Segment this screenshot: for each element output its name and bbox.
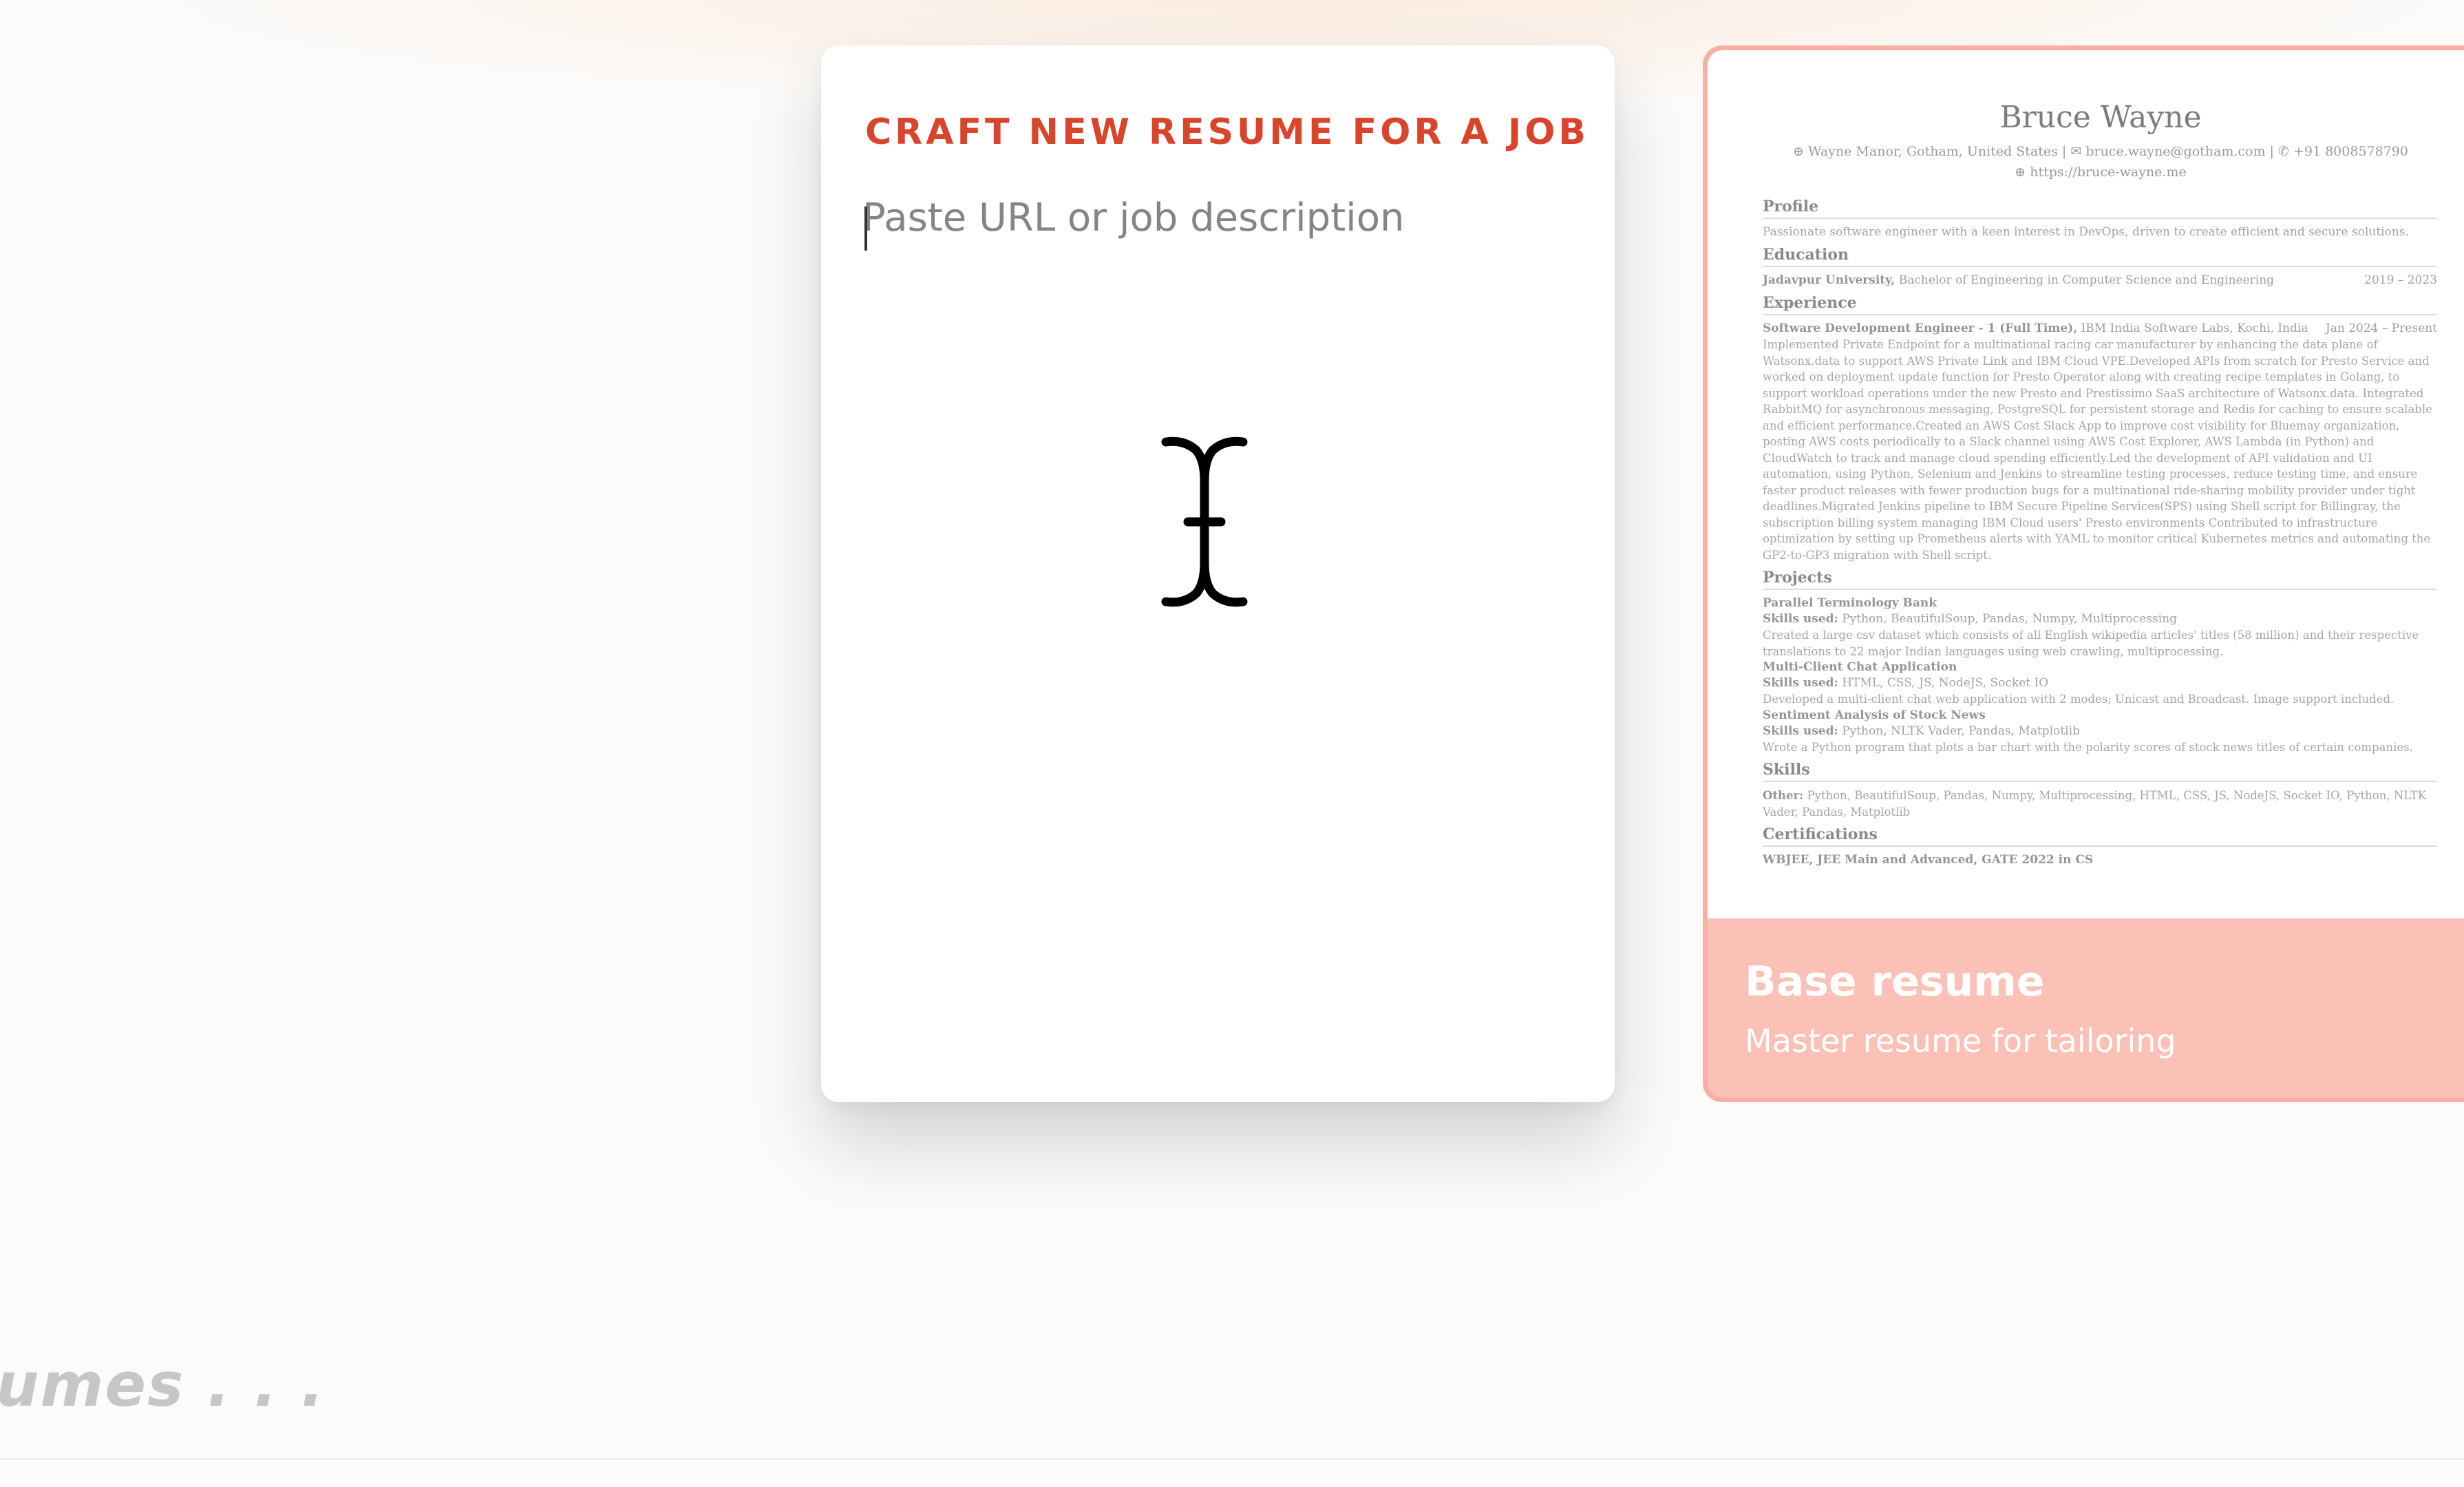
resume-project1-text: Created a large csv dataset which consis… [1763,629,2419,658]
resume-project1-skills: Python, BeautifulSoup, Pandas, Numpy, Mu… [1838,612,2178,626]
resume-preview: Bruce Wayne ⊕ Wayne Manor, Gotham, Unite… [1708,50,2464,918]
resume-skills-text: Python, BeautifulSoup, Pandas, Numpy, Mu… [1763,789,2427,819]
resume-project3-skills-label: Skills used: [1763,724,1838,738]
resume-website: ⊕ https://bruce-wayne.me [2015,165,2187,180]
resume-project1-skills-label: Skills used: [1763,612,1838,626]
text-cursor-icon [1156,432,1253,611]
base-resume-subtitle: Master resume for tailoring [1745,1022,2176,1059]
resume-name: Bruce Wayne [1999,100,2202,135]
resume-certifications-heading: Certifications [1763,825,2437,847]
app-stage: CRAFT NEW RESUME FOR A JOB Bruce Wayne ⊕… [0,0,2464,1487]
resume-education-row: Jadavpur University, Bachelor of Enginee… [1763,273,2437,288]
resume-contact: ⊕ Wayne Manor, Gotham, United States | ✉… [1793,144,2408,159]
resume-project2-skills-label: Skills used: [1763,676,1838,690]
bottom-divider [0,1458,2464,1460]
resume-education-school: Jadavpur University, [1763,273,1895,287]
resume-projects-heading: Projects [1763,569,2437,590]
resume-certifications-text: WBJEE, JEE Main and Advanced, GATE 2022 … [1763,853,2094,867]
resume-project3-skills: Python, NLTK Vader, Pandas, Matplotlib [1838,724,2080,738]
resumes-section-label: umes . . . [0,1349,326,1420]
base-resume-card[interactable]: Bruce Wayne ⊕ Wayne Manor, Gotham, Unite… [1703,45,2464,1102]
resume-profile-text: Passionate software engineer with a keen… [1763,225,2409,239]
resume-experience-text: Implemented Private Endpoint for a multi… [1763,338,2432,562]
resume-experience-dates: Jan 2024 – Present [2325,321,2437,335]
resume-education-dates: 2019 – 2023 [2364,273,2437,287]
resume-profile-heading: Profile [1763,198,2437,219]
resume-project1-name: Parallel Terminology Bank [1763,596,1937,610]
resume-body: Profile Passionate software engineer wit… [1763,192,2437,868]
resume-project3-name: Sentiment Analysis of Stock News [1763,708,1986,722]
craft-card-title: CRAFT NEW RESUME FOR A JOB [865,112,1590,153]
base-resume-title: Base resume [1745,958,2045,1006]
resume-project2-text: Developed a multi-client chat web applic… [1763,693,2394,706]
resume-project3-text: Wrote a Python program that plots a bar … [1763,740,2413,754]
resume-experience-heading: Experience [1763,294,2437,315]
resume-experience-role: Software Development Engineer - 1 (Full … [1763,321,2078,335]
resume-skills-label: Other: [1763,789,1804,802]
text-caret [864,207,867,251]
resume-experience-row: Software Development Engineer - 1 (Full … [1763,321,2437,337]
resume-education-heading: Education [1763,246,2437,267]
resume-skills-heading: Skills [1763,761,2437,782]
resume-project2-skills: HTML, CSS, JS, NodeJS, Socket IO [1838,676,2049,690]
resume-education-degree: Bachelor of Engineering in Computer Scie… [1895,273,2275,287]
resume-experience-company: IBM India Software Labs, Kochi, India [2077,321,2308,335]
resume-project2-name: Multi-Client Chat Application [1763,660,1957,674]
